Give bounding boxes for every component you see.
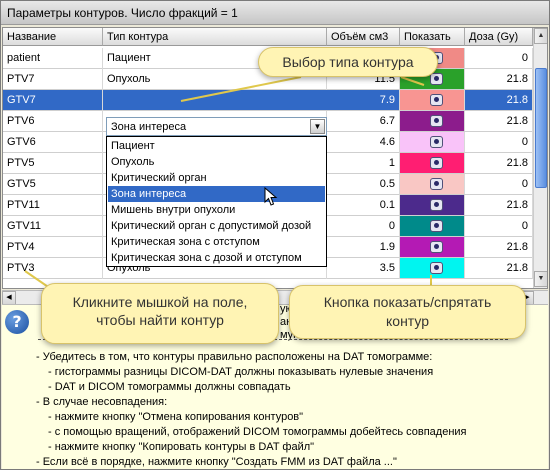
callout-text: Кнопка показать/спрятать [323, 294, 492, 310]
callout-text: Выбор типа контура [282, 54, 414, 70]
callout-text: Кликните мышкой на поле, [72, 294, 248, 310]
callout-text: контур [386, 313, 429, 329]
callout-contour-type: Выбор типа контура [258, 47, 438, 77]
callout-show-hide: Кнопка показать/спрятать контур [289, 285, 526, 339]
callout-click-field: Кликните мышкой на поле, чтобы найти кон… [41, 283, 279, 344]
callout-text: чтобы найти контур [96, 312, 224, 328]
contour-parameters-window: Параметры контуров. Число фракций = 1 На… [0, 0, 550, 470]
